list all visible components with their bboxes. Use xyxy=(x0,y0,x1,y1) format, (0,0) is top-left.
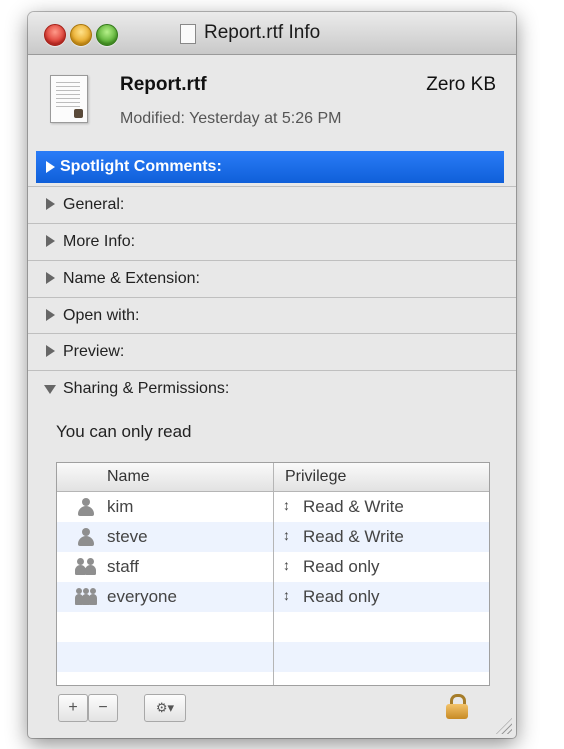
section-preview[interactable]: Preview: xyxy=(28,333,516,370)
column-divider xyxy=(273,463,274,685)
file-header: Report.rtf Zero KB Modified: Yesterday a… xyxy=(28,55,516,151)
disclosure-triangle-icon[interactable] xyxy=(46,309,55,321)
zoom-button[interactable] xyxy=(96,24,118,46)
privilege-stepper-icon[interactable]: ↕ xyxy=(283,497,290,513)
section-label: Spotlight Comments: xyxy=(60,158,222,175)
privilege-stepper-icon[interactable]: ↕ xyxy=(283,527,290,543)
remove-user-button[interactable]: − xyxy=(88,694,118,722)
section-label: More Info: xyxy=(63,233,136,250)
file-size: Zero KB xyxy=(426,74,496,95)
section-sharing-permissions[interactable]: Sharing & Permissions: xyxy=(28,370,516,407)
privilege-popup[interactable]: Read only xyxy=(303,557,380,577)
close-button[interactable] xyxy=(44,24,66,46)
rtf-file-icon xyxy=(50,75,88,123)
info-window: Report.rtf Info Report.rtf Zero KB Modif… xyxy=(28,12,516,738)
privilege-popup[interactable]: Read only xyxy=(303,587,380,607)
modified-date: Modified: Yesterday at 5:26 PM xyxy=(120,110,342,127)
group-icon xyxy=(75,558,97,576)
lock-icon[interactable] xyxy=(446,694,468,720)
section-general[interactable]: General: xyxy=(28,186,516,223)
file-badge-graphic xyxy=(74,109,83,118)
disclosure-triangle-icon[interactable] xyxy=(46,345,55,357)
privilege-stepper-icon[interactable]: ↕ xyxy=(283,557,290,573)
section-label: General: xyxy=(63,196,125,213)
section-open-with[interactable]: Open with: xyxy=(28,297,516,334)
column-header-privilege[interactable]: Privilege xyxy=(285,468,346,486)
user-name: steve xyxy=(107,527,148,546)
section-spotlight-comments[interactable]: Spotlight Comments: xyxy=(36,151,504,183)
section-more-info[interactable]: More Info: xyxy=(28,223,516,260)
section-label: Open with: xyxy=(63,307,140,324)
everyone-icon xyxy=(75,588,97,606)
file-name: Report.rtf xyxy=(120,74,207,95)
disclosure-triangle-expanded-icon[interactable] xyxy=(44,385,56,394)
permission-status-text: You can only read xyxy=(56,422,192,441)
window-title: Report.rtf Info xyxy=(204,22,321,43)
permissions-table: Name Privilege kim ↕ Read & Write steve … xyxy=(56,462,490,686)
disclosure-triangle-icon[interactable] xyxy=(46,198,55,210)
document-icon xyxy=(180,24,196,44)
user-icon xyxy=(75,528,97,546)
resize-grip-icon[interactable] xyxy=(496,718,512,734)
section-name-extension[interactable]: Name & Extension: xyxy=(28,260,516,297)
title-bar[interactable]: Report.rtf Info xyxy=(28,12,516,55)
privilege-stepper-icon[interactable]: ↕ xyxy=(283,587,290,603)
column-header-name[interactable]: Name xyxy=(107,468,150,486)
privilege-popup[interactable]: Read & Write xyxy=(303,527,404,547)
add-user-button[interactable]: + xyxy=(58,694,88,722)
disclosure-triangle-icon[interactable] xyxy=(46,235,55,247)
section-label: Name & Extension: xyxy=(63,270,200,287)
user-name: staff xyxy=(107,557,139,576)
minimize-button[interactable] xyxy=(70,24,92,46)
user-name: kim xyxy=(107,497,134,516)
action-menu-button[interactable]: ⚙▾ xyxy=(144,694,186,722)
user-icon xyxy=(75,498,97,516)
user-name: everyone xyxy=(107,587,177,606)
section-label: Sharing & Permissions: xyxy=(63,380,230,397)
disclosure-triangle-icon[interactable] xyxy=(46,272,55,284)
section-label: Preview: xyxy=(63,343,125,360)
privilege-popup[interactable]: Read & Write xyxy=(303,497,404,517)
text-lines-graphic xyxy=(56,82,80,108)
disclosure-triangle-icon[interactable] xyxy=(46,161,55,173)
